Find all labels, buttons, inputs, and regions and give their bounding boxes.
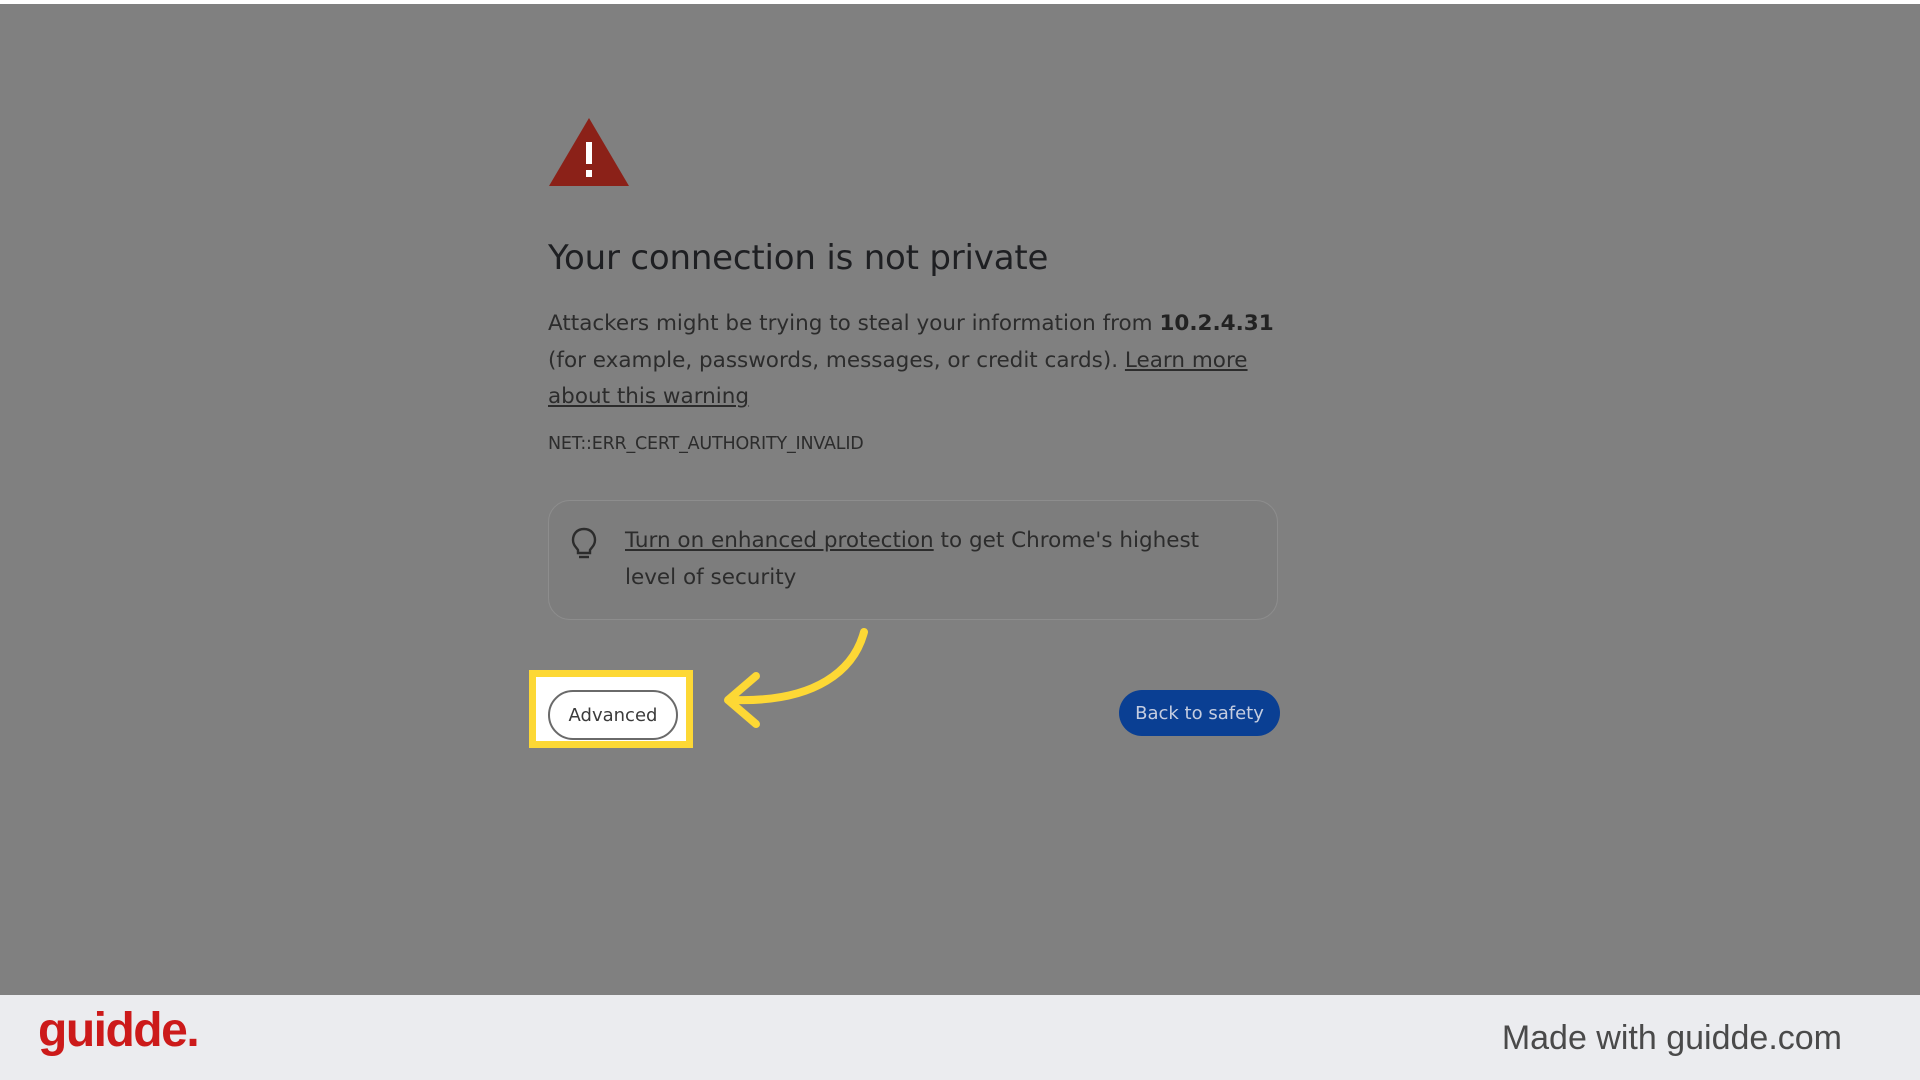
- advanced-button[interactable]: Advanced: [548, 690, 678, 740]
- tip-text: Turn on enhanced protection to get Chrom…: [625, 523, 1255, 596]
- enhanced-protection-link[interactable]: Turn on enhanced protection: [625, 528, 934, 553]
- page-title: Your connection is not private: [548, 238, 1049, 278]
- host-address: 10.2.4.31: [1159, 311, 1274, 336]
- curved-arrow-icon: [724, 628, 868, 728]
- interstitial-page: Your connection is not private Attackers…: [0, 4, 1920, 995]
- warning-description: Attackers might be trying to steal your …: [548, 306, 1280, 416]
- lightbulb-icon: [571, 527, 597, 559]
- enhanced-protection-tip: Turn on enhanced protection to get Chrom…: [548, 500, 1278, 620]
- description-suffix: (for example, passwords, messages, or cr…: [548, 347, 1125, 373]
- footer-bar: guidde. Made with guidde.com: [0, 995, 1920, 1080]
- description-prefix: Attackers might be trying to steal your …: [548, 311, 1160, 336]
- back-to-safety-button[interactable]: Back to safety: [1119, 690, 1280, 736]
- error-code: NET::ERR_CERT_AUTHORITY_INVALID: [548, 434, 864, 454]
- warning-triangle-icon: [549, 118, 629, 186]
- made-with-text: Made with guidde.com: [1501, 1019, 1842, 1057]
- guidde-logo: guidde.: [38, 1004, 200, 1057]
